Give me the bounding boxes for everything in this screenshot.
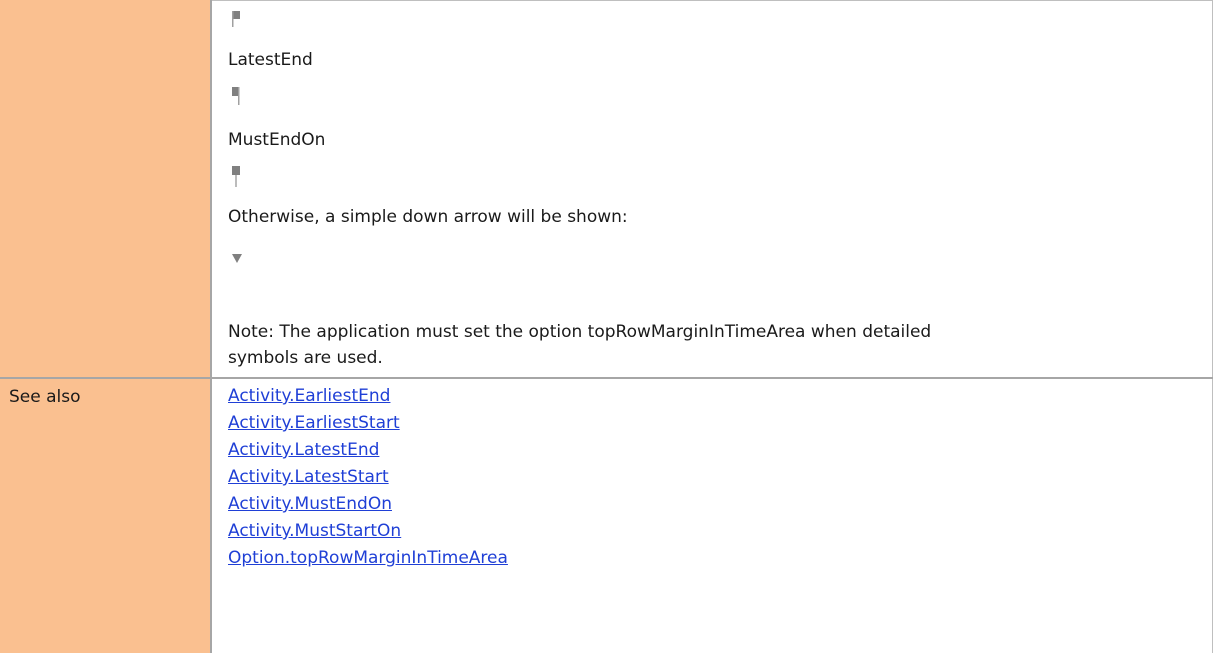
down-arrow-icon (232, 250, 244, 270)
latest-end-flag-icon (232, 87, 244, 112)
table-top-border (212, 0, 1213, 1)
link-activity-must-end-on[interactable]: Activity.MustEndOn (228, 494, 392, 514)
symbol-name-must-end-on: MustEndOn (228, 130, 326, 150)
flag-icon (232, 10, 244, 33)
note-line-1: Note: The application must set the optio… (228, 322, 932, 342)
link-activity-latest-end[interactable]: Activity.LatestEnd (228, 440, 379, 460)
link-activity-must-start-on[interactable]: Activity.MustStartOn (228, 521, 401, 541)
fallback-symbol-text: Otherwise, a simple down arrow will be s… (228, 207, 628, 227)
note-line-2: symbols are used. (228, 348, 383, 368)
link-option-top-row-margin[interactable]: Option.topRowMarginInTimeArea (228, 548, 508, 568)
see-also-label: See also (9, 387, 81, 407)
link-activity-earliest-start[interactable]: Activity.EarliestStart (228, 413, 400, 433)
link-activity-latest-start[interactable]: Activity.LatestStart (228, 467, 389, 487)
link-activity-earliest-end[interactable]: Activity.EarliestEnd (228, 386, 390, 406)
see-also-label-cell: See also (0, 379, 212, 653)
property-table: LatestEnd MustEndOn Otherwise, a simple … (0, 0, 1213, 653)
must-end-on-pin-icon (232, 166, 244, 193)
symbol-name-latest-end: LatestEnd (228, 50, 313, 70)
description-label-cell (0, 0, 212, 377)
